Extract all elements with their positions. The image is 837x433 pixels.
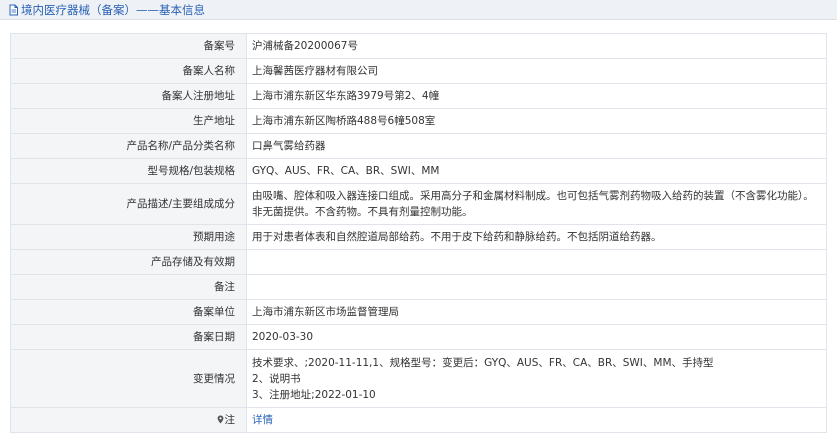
table-row: 产品名称/产品分类名称 口鼻气雾给药器 (10, 133, 827, 159)
filing-unit-value: 上海市浦东新区市场监督管理局 (246, 299, 827, 325)
note-label: 注 (10, 407, 247, 433)
table-row: 备注 (10, 274, 827, 300)
detail-link[interactable]: 详情 (252, 414, 273, 426)
registrant-name-label: 备案人名称 (10, 58, 247, 84)
registrant-name-value: 上海馨茜医疗器材有限公司 (246, 58, 827, 84)
filing-date-label: 备案日期 (10, 324, 247, 350)
remarks-label: 备注 (10, 274, 247, 300)
table-row: 备案人注册地址 上海市浦东新区华东路3979号第2、4幢 (10, 83, 827, 109)
storage-validity-label: 产品存储及有效期 (10, 249, 247, 275)
table-row: 型号规格/包装规格 GYQ、AUS、FR、CA、BR、SWI、MM (10, 158, 827, 184)
pin-icon (217, 415, 224, 424)
table-row: 产品存储及有效期 (10, 249, 827, 275)
change-line: 技术要求、;2020-11-11,1、规格型号：变更后：GYQ、AUS、FR、C… (252, 356, 714, 369)
intended-use-label: 预期用途 (10, 224, 247, 250)
table-row: 备案号 沪浦械备20200067号 (10, 33, 827, 59)
changes-label: 变更情况 (10, 349, 247, 408)
product-name-value: 口鼻气雾给药器 (246, 133, 827, 159)
basic-info-table: 备案号 沪浦械备20200067号 备案人名称 上海馨茜医疗器材有限公司 备案人… (10, 33, 827, 433)
registrant-address-label: 备案人注册地址 (10, 83, 247, 109)
change-line: 3、注册地址;2022-01-10 (252, 388, 376, 401)
table-row: 产品描述/主要组成成分 由吸嘴、腔体和吸入器连接口组成。采用高分子和金属材料制成… (10, 183, 827, 225)
note-label-text: 注 (224, 414, 236, 426)
change-line: 2、说明书 (252, 372, 301, 385)
note-value: 详情 (246, 407, 827, 433)
table-row: 备案日期 2020-03-30 (10, 324, 827, 350)
product-name-label: 产品名称/产品分类名称 (10, 133, 247, 159)
registrant-address-value: 上海市浦东新区华东路3979号第2、4幢 (246, 83, 827, 109)
filing-date-value: 2020-03-30 (246, 324, 827, 350)
remarks-value (246, 274, 827, 300)
table-row: 注 详情 (10, 407, 827, 433)
description-value: 由吸嘴、腔体和吸入器连接口组成。采用高分子和金属材料制成。也可包括气雾剂药物吸入… (246, 183, 827, 225)
document-icon (8, 4, 19, 16)
table-row: 备案单位 上海市浦东新区市场监督管理局 (10, 299, 827, 325)
filing-unit-label: 备案单位 (10, 299, 247, 325)
table-row: 预期用途 用于对患者体表和自然腔道局部给药。不用于皮下给药和静脉给药。不包括阴道… (10, 224, 827, 250)
model-spec-value: GYQ、AUS、FR、CA、BR、SWI、MM (246, 158, 827, 184)
intended-use-value: 用于对患者体表和自然腔道局部给药。不用于皮下给药和静脉给药。不包括阴道给药器。 (246, 224, 827, 250)
table-row: 生产地址 上海市浦东新区陶桥路488号6幢508室 (10, 108, 827, 134)
production-address-label: 生产地址 (10, 108, 247, 134)
storage-validity-value (246, 249, 827, 275)
description-label: 产品描述/主要组成成分 (10, 183, 247, 225)
model-spec-label: 型号规格/包装规格 (10, 158, 247, 184)
record-no-label: 备案号 (10, 33, 247, 59)
page-title: 境内医疗器械（备案）——基本信息 (21, 2, 205, 17)
production-address-value: 上海市浦东新区陶桥路488号6幢508室 (246, 108, 827, 134)
table-row: 变更情况 技术要求、;2020-11-11,1、规格型号：变更后：GYQ、AUS… (10, 349, 827, 408)
changes-value: 技术要求、;2020-11-11,1、规格型号：变更后：GYQ、AUS、FR、C… (246, 349, 827, 408)
record-no-value: 沪浦械备20200067号 (246, 33, 827, 59)
page-header: 境内医疗器械（备案）——基本信息 (0, 0, 837, 20)
table-row: 备案人名称 上海馨茜医疗器材有限公司 (10, 58, 827, 84)
